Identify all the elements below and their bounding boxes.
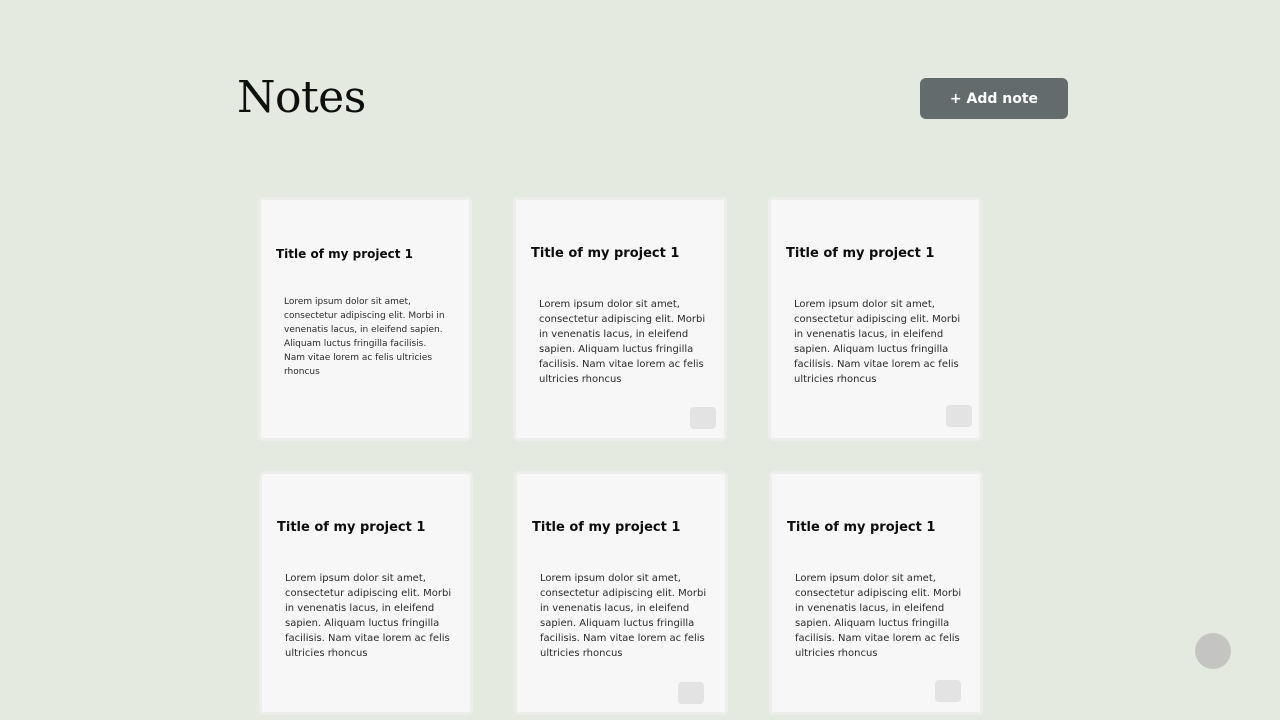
note-title: Title of my project 1 [787,520,936,535]
note-card[interactable]: Title of my project 1 Lorem ipsum dolor … [768,197,982,441]
note-card[interactable]: Title of my project 1 Lorem ipsum dolor … [514,471,728,715]
note-card[interactable]: Title of my project 1 Lorem ipsum dolor … [513,197,727,441]
note-body: Lorem ipsum dolor sit amet, consectetur … [540,573,707,659]
note-body: Lorem ipsum dolor sit amet, consectetur … [285,573,452,659]
note-title: Title of my project 1 [276,247,413,261]
note-body: Lorem ipsum dolor sit amet, consectetur … [284,297,445,377]
note-card[interactable]: Title of my project 1 Lorem ipsum dolor … [258,197,472,441]
note-card[interactable]: Title of my project 1 Lorem ipsum dolor … [259,471,473,715]
note-body: Lorem ipsum dolor sit amet, consectetur … [795,573,962,659]
note-body: Lorem ipsum dolor sit amet, consectetur … [539,299,706,385]
note-title: Title of my project 1 [531,246,680,261]
note-action-button[interactable] [690,407,716,429]
note-body: Lorem ipsum dolor sit amet, consectetur … [794,299,961,385]
note-title: Title of my project 1 [786,246,935,261]
floating-action-button[interactable] [1195,633,1231,669]
note-title: Title of my project 1 [532,520,681,535]
note-card[interactable]: Title of my project 1 Lorem ipsum dolor … [769,471,983,715]
page-title: Notes [237,72,366,123]
note-action-button[interactable] [946,405,972,427]
note-action-button[interactable] [678,682,704,704]
note-title: Title of my project 1 [277,520,426,535]
note-action-button[interactable] [935,680,961,702]
add-note-button[interactable]: + Add note [920,78,1068,119]
